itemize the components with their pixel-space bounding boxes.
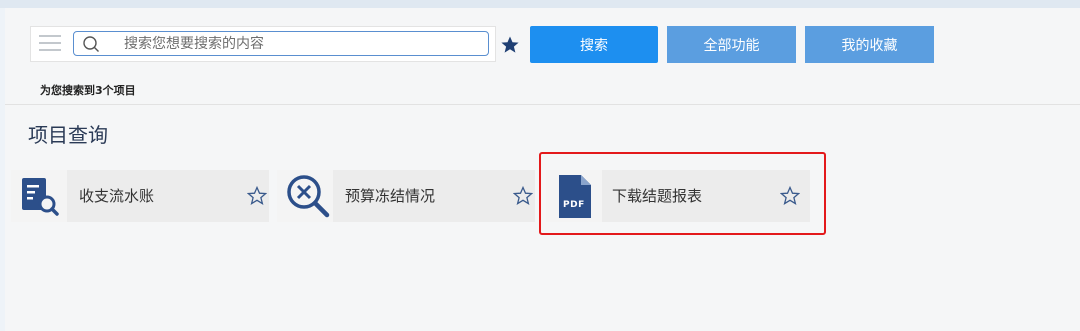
search-icon	[83, 36, 99, 52]
card-label: 预算冻结情况	[345, 187, 436, 205]
card-icon-box	[11, 170, 67, 222]
star-outline-icon[interactable]	[513, 186, 533, 206]
card-icon-box	[277, 170, 333, 222]
star-outline-icon[interactable]	[247, 186, 267, 206]
divider	[5, 104, 1080, 105]
section-title: 项目查询	[28, 123, 108, 147]
card-label: 收支流水账	[79, 187, 155, 205]
favorite-star-icon[interactable]	[500, 35, 520, 55]
magnifier-x-icon	[287, 175, 330, 218]
search-placeholder: 搜索您想要搜索的内容	[124, 36, 264, 52]
result-count: 为您搜索到3个项目	[40, 84, 136, 97]
card-ledger[interactable]: 收支流水账	[11, 170, 269, 222]
my-favorites-button[interactable]: 我的收藏	[805, 26, 934, 63]
top-strip	[0, 0, 1080, 8]
search-input[interactable]: 搜索您想要搜索的内容	[73, 31, 489, 56]
all-features-button[interactable]: 全部功能	[667, 26, 796, 63]
document-search-icon	[22, 178, 59, 216]
card-budget-freeze[interactable]: 预算冻结情况	[277, 170, 535, 222]
highlight-box	[539, 152, 826, 235]
search-button[interactable]: 搜索	[530, 26, 658, 63]
menu-icon[interactable]	[39, 31, 63, 55]
